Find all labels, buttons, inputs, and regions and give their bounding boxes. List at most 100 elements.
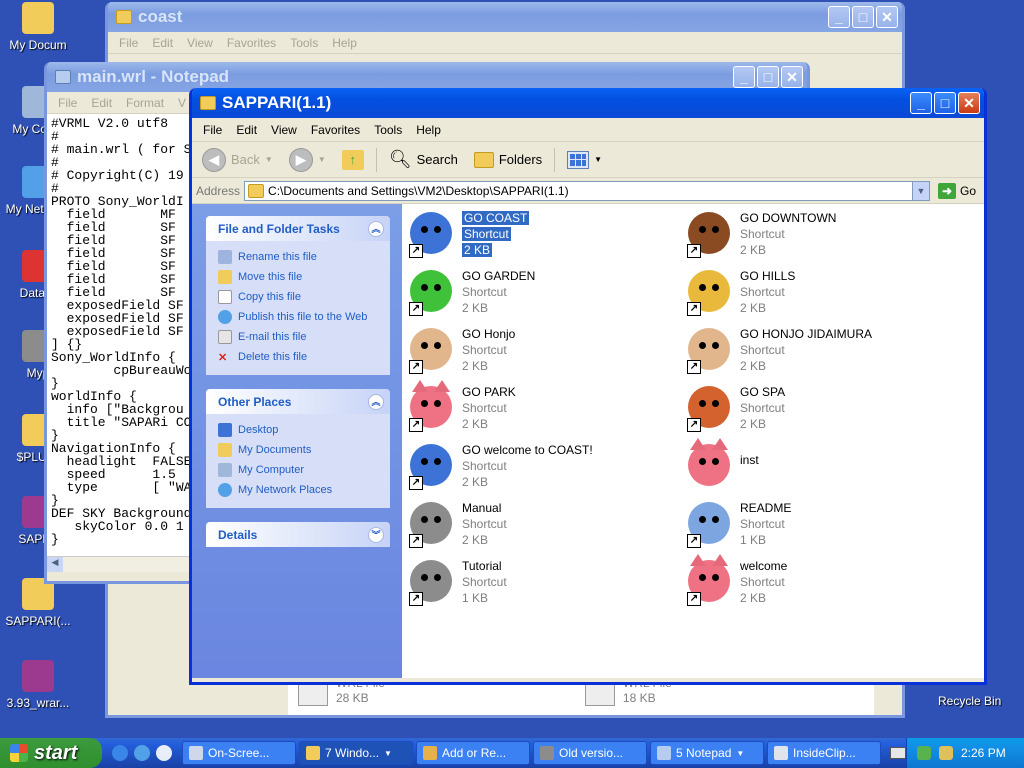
- file-item[interactable]: ↗ Tutorial Shortcut 1 KB: [408, 558, 668, 610]
- expand-icon[interactable]: ︾: [368, 526, 384, 543]
- up-folder-button[interactable]: ↑: [338, 148, 368, 172]
- menu-file[interactable]: File: [112, 36, 145, 50]
- task-move[interactable]: Move this file: [218, 267, 380, 287]
- menu-help[interactable]: Help: [409, 123, 448, 137]
- go-button[interactable]: ➜ Go: [934, 182, 980, 199]
- menu-tools[interactable]: Tools: [367, 123, 409, 137]
- task-rename[interactable]: Rename this file: [218, 247, 380, 267]
- menu-edit[interactable]: Edit: [145, 36, 180, 50]
- collapse-icon[interactable]: ︽: [368, 393, 384, 410]
- file-item[interactable]: ↗ GO COAST Shortcut 2 KB: [408, 210, 668, 262]
- clock[interactable]: 2:26 PM: [961, 746, 1006, 760]
- file-item[interactable]: ↗ GO PARK Shortcut 2 KB: [408, 380, 668, 436]
- desktop-icon-recycle-bin[interactable]: Recycle Bin: [938, 694, 1001, 708]
- blue-fish-icon: ↗: [408, 442, 456, 490]
- search-button[interactable]: 🔍︎ Search: [385, 147, 462, 172]
- place-my-computer[interactable]: My Computer: [218, 460, 380, 480]
- taskbar-button-windows[interactable]: 7 Windo... ▼: [299, 741, 413, 765]
- views-button[interactable]: ▼: [563, 149, 606, 171]
- file-item[interactable]: inst: [686, 438, 946, 494]
- file-item[interactable]: ↗ GO HONJO JIDAIMURA Shortcut 2 KB: [686, 326, 946, 378]
- file-item[interactable]: ↗ Manual Shortcut 2 KB: [408, 500, 668, 552]
- desktop-icon-sappari-folder[interactable]: SAPPARI(...: [0, 578, 76, 628]
- coast-menubar: File Edit View Favorites Tools Help: [108, 32, 902, 54]
- close-button[interactable]: ✕: [876, 6, 898, 28]
- archive-icon: [22, 660, 54, 692]
- close-button[interactable]: ✕: [781, 66, 803, 88]
- menu-view[interactable]: View: [264, 123, 304, 137]
- minimize-button[interactable]: _: [733, 66, 755, 88]
- file-name: GO DOWNTOWN: [740, 211, 837, 225]
- taskbar-button-insideclip[interactable]: InsideClip...: [767, 741, 881, 765]
- task-copy[interactable]: Copy this file: [218, 287, 380, 307]
- menu-edit[interactable]: Edit: [84, 96, 119, 110]
- menu-edit[interactable]: Edit: [229, 123, 264, 137]
- forward-button[interactable]: ▶ ▼: [285, 146, 330, 174]
- file-item[interactable]: ↗ GO welcome to COAST! Shortcut 2 KB: [408, 442, 668, 494]
- file-item[interactable]: ↗ GO DOWNTOWN Shortcut 2 KB: [686, 210, 946, 262]
- taskbar-button-add-remove[interactable]: Add or Re...: [416, 741, 530, 765]
- taskbar-button-old-version[interactable]: Old versio...: [533, 741, 647, 765]
- minimize-button[interactable]: _: [910, 92, 932, 114]
- media-player-icon[interactable]: [156, 745, 172, 761]
- file-item[interactable]: ↗ GO SPA Shortcut 2 KB: [686, 384, 946, 436]
- maximize-button[interactable]: □: [757, 66, 779, 88]
- file-item[interactable]: ↗ GO GARDEN Shortcut 2 KB: [408, 268, 668, 320]
- notepad-icon: [55, 70, 71, 84]
- explorer-window[interactable]: SAPPARI(1.1) _ □ ✕ File Edit View Favori…: [189, 88, 987, 685]
- details-header[interactable]: Details ︾: [206, 522, 390, 547]
- file-item[interactable]: ↗ README Shortcut 1 KB: [686, 500, 946, 552]
- shortcut-arrow-icon: ↗: [687, 592, 701, 606]
- explorer-titlebar[interactable]: SAPPARI(1.1) _ □ ✕: [192, 88, 984, 118]
- address-input[interactable]: C:\Documents and Settings\VM2\Desktop\SA…: [244, 180, 930, 201]
- taskbar-button-notepad[interactable]: 5 Notepad ▼: [650, 741, 764, 765]
- back-button[interactable]: ◀ Back ▼: [198, 146, 277, 174]
- close-button[interactable]: ✕: [958, 92, 980, 114]
- ie-icon[interactable]: [134, 745, 150, 761]
- file-type: Shortcut: [740, 517, 785, 531]
- task-publish[interactable]: Publish this file to the Web: [218, 307, 380, 327]
- place-my-network[interactable]: My Network Places: [218, 480, 380, 500]
- maximize-button[interactable]: □: [934, 92, 956, 114]
- other-places-header[interactable]: Other Places ︽: [206, 389, 390, 414]
- file-folder-tasks-header[interactable]: File and Folder Tasks ︽: [206, 216, 390, 241]
- quick-launch: [102, 745, 182, 761]
- menu-file[interactable]: File: [196, 123, 229, 137]
- minimize-button[interactable]: _: [828, 6, 850, 28]
- coast-titlebar[interactable]: coast _ □ ✕: [108, 2, 902, 32]
- keyboard-layout-icon[interactable]: [890, 747, 906, 759]
- task-delete[interactable]: ✕ Delete this file: [218, 347, 380, 367]
- desktop-icon-winrar[interactable]: 3.93_wrar...: [0, 660, 76, 710]
- file-item[interactable]: ↗ GO HILLS Shortcut 2 KB: [686, 268, 946, 320]
- folders-button[interactable]: Folders: [470, 150, 546, 170]
- menu-view[interactable]: View: [180, 36, 220, 50]
- address-dropdown-button[interactable]: ▼: [911, 181, 929, 200]
- desktop-icon-my-documents[interactable]: My Docum: [0, 2, 76, 52]
- place-desktop[interactable]: Desktop: [218, 420, 380, 440]
- file-name: GO SPA: [740, 385, 786, 399]
- maximize-button[interactable]: □: [852, 6, 874, 28]
- network-tray-icon[interactable]: [917, 746, 931, 760]
- file-name: GO COAST: [462, 211, 530, 225]
- file-item[interactable]: ↗ GO Honjo Shortcut 2 KB: [408, 326, 668, 378]
- menu-help[interactable]: Help: [325, 36, 364, 50]
- start-button[interactable]: start: [0, 738, 102, 768]
- tools-tray-icon[interactable]: [939, 746, 953, 760]
- task-email[interactable]: E-mail this file: [218, 327, 380, 347]
- file-item[interactable]: ↗ welcome Shortcut 2 KB: [686, 554, 946, 610]
- menu-format[interactable]: Format: [119, 96, 171, 110]
- menu-favorites[interactable]: Favorites: [304, 123, 367, 137]
- scroll-left-button[interactable]: ◀: [47, 557, 63, 572]
- collapse-icon[interactable]: ︽: [368, 220, 384, 237]
- place-my-documents[interactable]: My Documents: [218, 440, 380, 460]
- menu-favorites[interactable]: Favorites: [220, 36, 283, 50]
- samurai-icon: ↗: [408, 326, 456, 374]
- address-label: Address: [196, 183, 241, 198]
- taskbar-button-onscreen[interactable]: On-Scree...: [182, 741, 296, 765]
- file-type: Shortcut: [462, 285, 507, 299]
- ie-icon[interactable]: [112, 745, 128, 761]
- menu-file[interactable]: File: [51, 96, 84, 110]
- file-size: 1 KB: [740, 533, 767, 547]
- raccoon-icon: ↗: [408, 500, 456, 548]
- menu-tools[interactable]: Tools: [283, 36, 325, 50]
